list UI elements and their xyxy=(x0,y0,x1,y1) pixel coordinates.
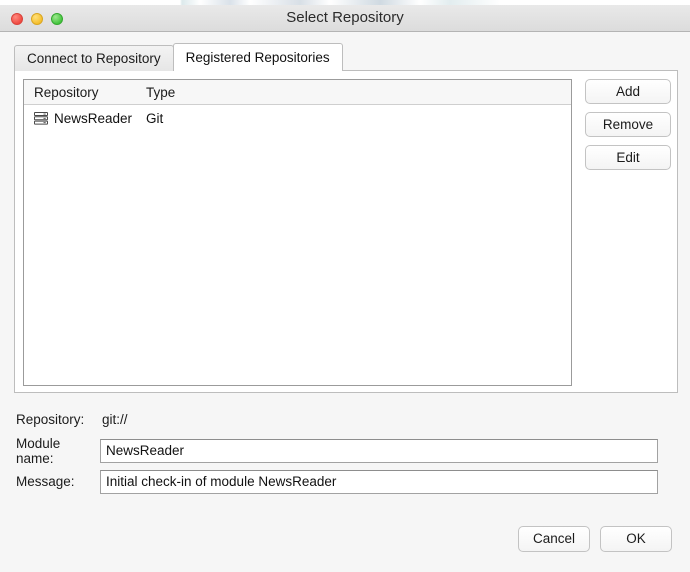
repository-actions: Add Remove Edit xyxy=(585,79,671,170)
select-repository-dialog: Select Repository Connect to Repository … xyxy=(0,0,690,572)
repository-form: Repository: git:// Module name: Message: xyxy=(0,404,690,497)
tab-connect-to-repository[interactable]: Connect to Repository xyxy=(14,45,174,71)
column-header-type[interactable]: Type xyxy=(146,85,571,100)
repository-name: NewsReader xyxy=(54,110,133,126)
module-name-input[interactable] xyxy=(100,438,658,463)
tab-registered-repositories[interactable]: Registered Repositories xyxy=(172,43,343,71)
dialog-footer-buttons: Cancel OK xyxy=(518,526,672,552)
remove-repository-button[interactable]: Remove xyxy=(585,112,671,137)
repository-url-value: git:// xyxy=(102,412,128,427)
form-row-message: Message: xyxy=(0,466,690,497)
window-title: Select Repository xyxy=(286,9,404,26)
table-row[interactable]: NewsReader Git xyxy=(24,105,571,131)
add-repository-button[interactable]: Add xyxy=(585,79,671,104)
ok-button[interactable]: OK xyxy=(600,526,672,552)
server-stack-icon xyxy=(34,111,48,125)
module-name-label: Module name: xyxy=(16,435,61,466)
window-titlebar: Select Repository xyxy=(0,5,690,32)
cancel-button[interactable]: Cancel xyxy=(518,526,590,552)
repository-list-header: Repository Type xyxy=(24,80,571,105)
message-input[interactable] xyxy=(100,469,658,494)
edit-repository-button[interactable]: Edit xyxy=(585,145,671,170)
form-row-module-name: Module name: xyxy=(0,435,690,466)
repository-label: Repository: xyxy=(16,412,85,427)
column-header-repository[interactable]: Repository xyxy=(24,85,146,100)
form-row-repository: Repository: git:// xyxy=(0,404,690,435)
dialog-body: Connect to Repository Registered Reposit… xyxy=(0,32,690,572)
cell-type: Git xyxy=(146,110,164,126)
tab-panel-registered-repositories: Repository Type NewsReader Git Add Remov… xyxy=(14,70,678,393)
repository-list[interactable]: Repository Type NewsReader Git xyxy=(23,79,572,386)
tab-strip: Connect to Repository Registered Reposit… xyxy=(14,43,343,71)
cell-repository: NewsReader xyxy=(24,111,146,126)
message-label: Message: xyxy=(16,474,75,489)
